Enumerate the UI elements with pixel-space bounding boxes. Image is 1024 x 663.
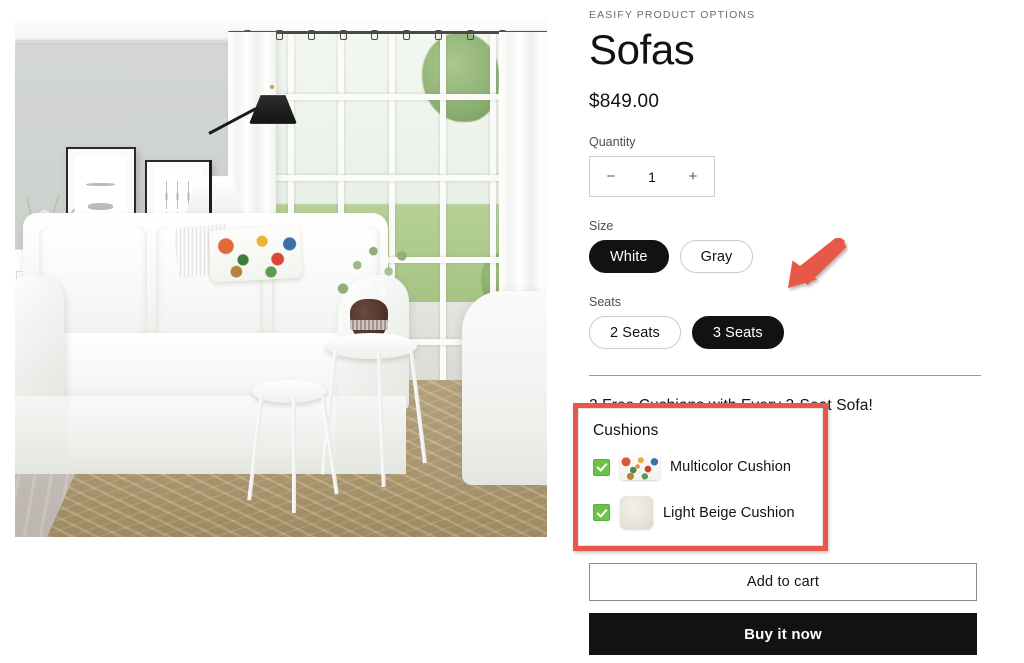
sketch (86, 183, 116, 187)
light-beige-cushion-label: Light Beige Cushion (663, 504, 795, 521)
cushions-option-group: Cushions Multicolor Cushion Light Beige … (578, 408, 823, 546)
add-to-cart-button[interactable]: Add to cart (589, 563, 977, 601)
section-divider (589, 375, 981, 377)
curtain-ring (435, 29, 443, 40)
curtain-ring (467, 29, 475, 40)
size-option-gray[interactable]: Gray (679, 240, 754, 274)
multicolor-cushion-thumb-icon (620, 454, 660, 480)
armchair (461, 291, 547, 485)
curtain-ring (403, 29, 411, 40)
sofa-arm-skirt-right (335, 395, 407, 475)
seats-option-3-seats[interactable]: 3 Seats (691, 316, 784, 350)
product-vendor: EASIFY PRODUCT OPTIONS (589, 9, 756, 21)
product-info-panel: EASIFY PRODUCT OPTIONS Sofas $849.00 Qua… (573, 0, 989, 551)
curtain-ring (371, 29, 379, 40)
sofa-arm-left (15, 275, 65, 412)
list-item[interactable]: Light Beige Cushion (593, 496, 808, 529)
butterfly (163, 181, 171, 209)
curtain-ring (339, 29, 347, 40)
table-leg (291, 398, 296, 514)
curtain-ring (275, 29, 283, 40)
quantity-increase-button[interactable]: + (672, 157, 714, 196)
purchase-actions: Add to cart Buy it now (589, 563, 977, 655)
light-beige-cushion-thumb-icon (620, 496, 653, 529)
page-title: Sofas (589, 26, 695, 73)
buy-it-now-button[interactable]: Buy it now (589, 613, 977, 655)
list-item[interactable]: Multicolor Cushion (593, 454, 808, 480)
sketch (88, 202, 114, 210)
size-option-white[interactable]: White (589, 240, 669, 274)
multicolor-cushion-label: Multicolor Cushion (670, 459, 792, 475)
light-beige-cushion-checkbox[interactable] (593, 504, 610, 521)
quantity-label: Quantity (589, 135, 636, 150)
product-page: EASIFY PRODUCT OPTIONS Sofas $849.00 Qua… (0, 0, 1024, 663)
cushions-highlight-box: Cushions Multicolor Cushion Light Beige … (573, 403, 828, 551)
multicolor-cushion-checkbox[interactable] (593, 458, 610, 476)
butterfly (174, 181, 182, 209)
sofa-arm-skirt-left (15, 395, 67, 475)
multicolor-floral-pillow (208, 226, 303, 284)
living-room-scene (15, 14, 547, 537)
quantity-stepper[interactable]: − 1 + (589, 156, 715, 198)
curtain-ring (307, 29, 315, 40)
quantity-input[interactable]: 1 (632, 169, 672, 185)
product-gallery-image[interactable] (15, 14, 547, 537)
vase-band (350, 320, 389, 330)
cushions-title: Cushions (593, 422, 659, 439)
side-table-top-large (326, 333, 417, 360)
size-option-label: Size (589, 219, 614, 234)
seats-option-label: Seats (589, 295, 621, 310)
size-option-group: White Gray (589, 240, 989, 274)
quantity-decrease-button[interactable]: − (590, 157, 632, 196)
seats-option-2-seats[interactable]: 2 Seats (589, 316, 681, 350)
product-price: $849.00 (589, 91, 660, 113)
seats-option-group: 2 Seats 3 Seats (589, 316, 989, 350)
